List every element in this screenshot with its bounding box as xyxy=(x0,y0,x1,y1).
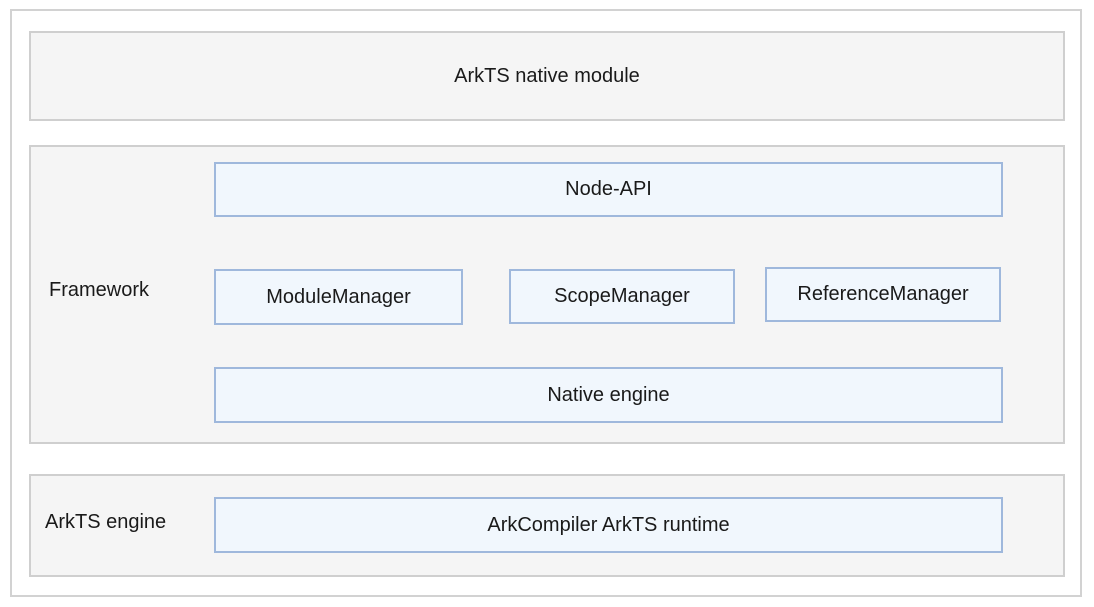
framework-label: Framework xyxy=(49,279,150,301)
module-manager-box: ModuleManager xyxy=(214,269,463,325)
node-api-box: Node-API xyxy=(214,162,1003,217)
native-module-title: ArkTS native module xyxy=(454,64,640,87)
reference-manager-box: ReferenceManager xyxy=(765,267,1001,322)
native-engine-box: Native engine xyxy=(214,367,1003,423)
engine-label: ArkTS engine xyxy=(45,511,167,533)
runtime-box: ArkCompiler ArkTS runtime xyxy=(214,497,1003,553)
scope-manager-box: ScopeManager xyxy=(509,269,735,324)
native-module-layer: ArkTS native module xyxy=(29,31,1065,121)
